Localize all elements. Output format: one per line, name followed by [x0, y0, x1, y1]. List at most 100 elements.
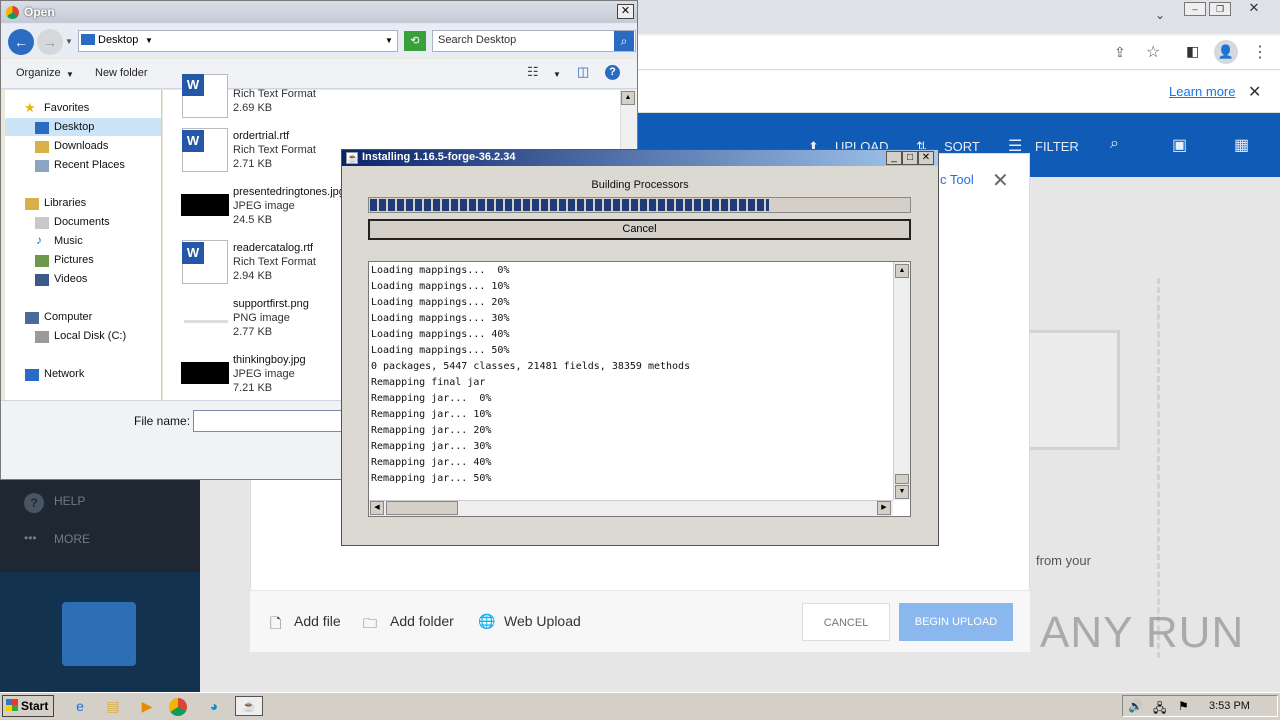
grid-view-icon[interactable]: ▦ [1234, 135, 1249, 155]
profile-avatar-icon[interactable]: 👤 [1214, 40, 1238, 64]
scroll-right-arrow-icon[interactable]: ▶ [877, 501, 891, 515]
sidebar-help[interactable]: HELP [54, 494, 85, 508]
sidebar-more[interactable]: MORE [54, 532, 90, 546]
scroll-up-arrow-icon[interactable]: ▲ [895, 264, 909, 278]
refresh-icon[interactable]: ⟲ [404, 31, 426, 51]
organize-button[interactable]: Organize [16, 67, 61, 79]
bookmark-star-icon[interactable]: ☆ [1146, 42, 1160, 62]
log-vertical-thumb[interactable] [895, 474, 909, 484]
address-text[interactable]: Desktop [98, 34, 138, 46]
toolbar-sort[interactable]: SORT [944, 139, 980, 154]
file-name[interactable]: supportfirst.png [233, 298, 309, 310]
network-tray-icon[interactable]: 🖧 [1153, 699, 1166, 720]
search-placeholder[interactable]: Search Desktop [438, 34, 516, 46]
installer-minimize-button[interactable]: _ [886, 151, 902, 165]
flag-icon[interactable]: ⚑ [1178, 699, 1189, 713]
toolbar-filter[interactable]: FILTER [1035, 139, 1079, 154]
add-file-button[interactable]: Add file [294, 613, 341, 629]
nav-recent-places[interactable]: Recent Places [54, 159, 125, 171]
file-name[interactable]: readercatalog.rtf [233, 242, 313, 254]
close-browser-button[interactable]: ✕ [1240, 1, 1268, 16]
edge-icon[interactable]: ◕ [203, 696, 225, 716]
nav-videos[interactable]: Videos [54, 273, 87, 285]
pictures-icon [35, 255, 49, 267]
forward-arrow-icon[interactable]: → [37, 29, 63, 55]
chrome-icon[interactable] [169, 698, 187, 716]
media-player-icon[interactable]: ▶ [136, 696, 158, 716]
nav-favorites[interactable]: Favorites [44, 102, 89, 114]
add-file-icon[interactable]: 🗋 [270, 613, 281, 637]
search-icon[interactable]: ⌕ [614, 31, 634, 51]
log-vertical-scrollbar[interactable] [893, 262, 910, 500]
add-folder-button[interactable]: Add folder [390, 613, 454, 629]
file-type: JPEG image [233, 368, 295, 380]
new-folder-button[interactable]: New folder [95, 67, 148, 79]
jpg-thumbnail [181, 194, 229, 216]
begin-upload-button[interactable]: BEGIN UPLOAD [899, 603, 1013, 641]
globe-icon[interactable]: 🌐 [478, 613, 495, 630]
ie-icon[interactable]: e [69, 696, 91, 716]
installer-cancel-button[interactable]: Cancel [368, 219, 911, 240]
installer-maximize-button[interactable]: □ [902, 151, 918, 165]
file-name[interactable]: thinkingboy.jpg [233, 354, 306, 366]
upload-dialog-close-icon[interactable]: ✕ [992, 168, 1009, 193]
restore-button[interactable]: ❐ [1209, 2, 1231, 16]
nav-computer[interactable]: Computer [44, 311, 92, 323]
png-thumbnail [184, 320, 228, 323]
add-folder-icon[interactable]: 🗀 [363, 613, 377, 637]
file-size: 2.69 KB [233, 102, 273, 114]
nav-local-disk[interactable]: Local Disk (C:) [54, 330, 126, 342]
tab-search-chevron-icon[interactable]: ⌄ [1155, 8, 1165, 22]
share-icon[interactable]: ⇪ [1114, 44, 1126, 61]
menu-kebab-icon[interactable]: ⋮ [1252, 42, 1268, 62]
file-name-input[interactable] [193, 410, 343, 432]
file-type: Rich Text Format [233, 144, 316, 156]
nav-libraries[interactable]: Libraries [44, 197, 86, 209]
help-icon[interactable]: ? [605, 65, 620, 80]
scroll-left-arrow-icon[interactable]: ◀ [370, 501, 384, 515]
side-panel-icon[interactable]: ◧ [1186, 43, 1199, 60]
installer-close-button[interactable]: ✕ [918, 151, 934, 165]
file-name[interactable]: ordertrial.rtf [233, 130, 289, 142]
computer-icon [25, 312, 39, 324]
log-horizontal-thumb[interactable] [386, 501, 458, 515]
new-folder-icon[interactable]: ▣ [1172, 135, 1187, 155]
web-upload-button[interactable]: Web Upload [504, 613, 581, 629]
organize-chevron-icon[interactable]: ▼ [66, 70, 74, 79]
tool-link[interactable]: c Tool [940, 172, 974, 187]
java-installer-taskbar-icon[interactable]: ☕ [235, 696, 263, 716]
address-dropdown-icon[interactable]: ▼ [385, 36, 393, 45]
nav-network[interactable]: Network [44, 368, 84, 380]
preview-pane-icon[interactable]: ◫ [577, 64, 589, 80]
nav-pictures[interactable]: Pictures [54, 254, 94, 266]
open-dialog-title: Open [24, 5, 55, 19]
volume-icon[interactable]: 🔊 [1128, 699, 1143, 713]
view-chevron-icon[interactable]: ▼ [553, 70, 561, 79]
learn-more-link[interactable]: Learn more [1169, 84, 1235, 99]
open-dialog-titlebar[interactable] [1, 1, 637, 23]
log-lines: Loading mappings... 0% Loading mappings.… [371, 265, 691, 484]
nav-desktop[interactable]: Desktop [54, 121, 94, 133]
recent-places-icon [35, 160, 49, 172]
scroll-down-arrow-icon[interactable]: ▼ [895, 485, 909, 499]
file-name[interactable]: presentedringtones.jpg [233, 186, 345, 198]
cancel-upload-button[interactable]: CANCEL [802, 603, 890, 641]
file-type: Rich Text Format [233, 88, 316, 100]
infobar-close-icon[interactable]: ✕ [1248, 82, 1261, 102]
back-arrow-icon[interactable]: ← [8, 29, 34, 55]
help-icon[interactable]: ? [24, 493, 44, 513]
recent-locations-chevron-icon[interactable]: ▼ [65, 37, 73, 46]
open-dialog-close-button[interactable]: ✕ [617, 4, 634, 19]
breadcrumb-chevron-icon[interactable]: ▼ [145, 36, 153, 45]
nav-downloads[interactable]: Downloads [54, 140, 108, 152]
nav-music[interactable]: Music [54, 235, 83, 247]
view-options-icon[interactable]: ☷ [527, 64, 539, 80]
scroll-up-arrow-icon[interactable]: ▲ [621, 91, 635, 105]
more-icon[interactable]: ••• [24, 531, 37, 545]
clock[interactable]: 3:53 PM [1209, 700, 1250, 712]
minimize-button[interactable]: – [1184, 2, 1206, 16]
explorer-icon[interactable]: ▤ [102, 696, 124, 716]
taskbar [0, 692, 1280, 720]
search-icon[interactable]: ⌕ [1110, 135, 1119, 153]
nav-documents[interactable]: Documents [54, 216, 110, 228]
